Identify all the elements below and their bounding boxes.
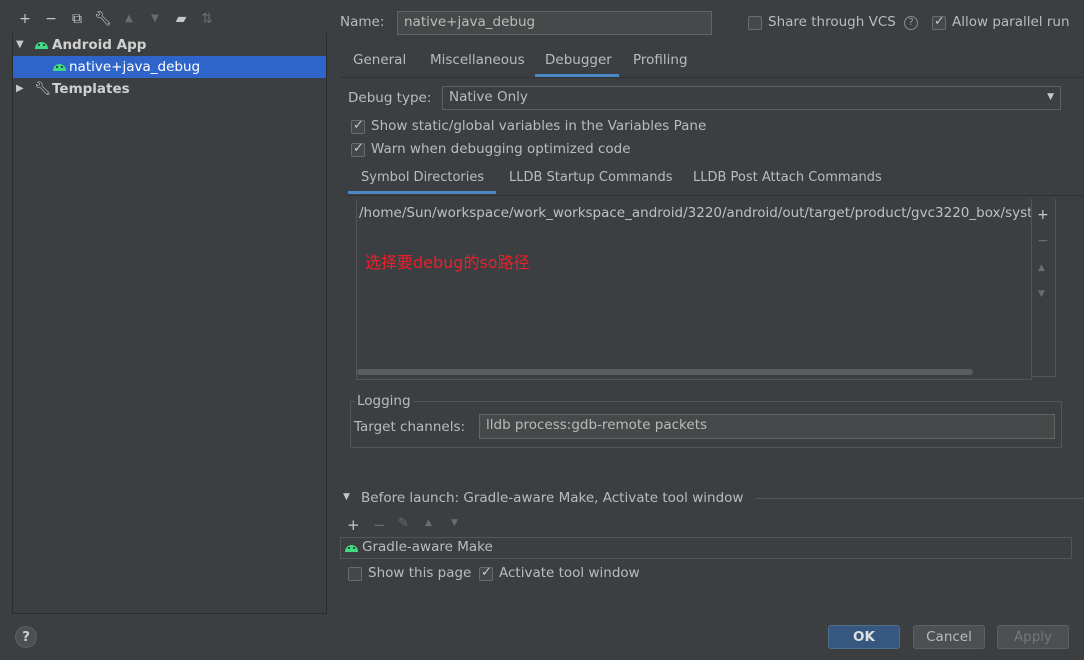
allow-parallel-checkbox[interactable] — [932, 14, 946, 30]
name-label: Name: — [340, 14, 385, 30]
symbol-list-actions: + − ▲ ▼ — [1032, 199, 1056, 377]
android-icon — [345, 543, 358, 552]
subtab-symbol-directories[interactable]: Symbol Directories — [361, 170, 484, 185]
expand-arrow-icon[interactable]: ▼ — [16, 34, 28, 56]
folder-icon[interactable]: ▰ — [172, 10, 190, 28]
target-channels-input[interactable]: lldb process:gdb-remote packets — [479, 414, 1055, 439]
tree-item-templates[interactable]: ▶ 🔧︎ Templates — [13, 78, 326, 100]
subtab-active-indicator — [348, 191, 496, 194]
warn-optimized-label: Warn when debugging optimized code — [371, 141, 631, 157]
list-item[interactable]: Gradle-aware Make — [341, 538, 1071, 558]
logging-title: Logging — [355, 393, 413, 409]
share-vcs-checkbox[interactable] — [748, 16, 762, 30]
before-launch-title[interactable]: Before launch: Gradle-aware Make, Activa… — [361, 490, 743, 506]
ok-button[interactable]: OK — [828, 625, 900, 649]
move-down-icon[interactable]: ▼ — [146, 10, 164, 28]
tab-general[interactable]: General — [353, 52, 406, 68]
expand-arrow-icon[interactable]: ▼ — [343, 492, 350, 502]
tree-templates-label: Templates — [52, 81, 130, 97]
android-icon — [53, 62, 66, 71]
before-launch-task-list: Gradle-aware Make — [340, 537, 1072, 559]
name-input[interactable]: native+java_debug — [397, 11, 712, 35]
cancel-button[interactable]: Cancel — [913, 625, 985, 649]
activate-tool-window-label: Activate tool window — [499, 565, 640, 581]
apply-button[interactable]: Apply — [997, 625, 1069, 649]
add-icon[interactable]: + — [16, 10, 34, 28]
tab-miscellaneous[interactable]: Miscellaneous — [430, 52, 525, 68]
wrench-icon[interactable]: 🔧︎ — [94, 10, 112, 28]
add-icon[interactable]: + — [1037, 207, 1049, 223]
remove-icon[interactable]: − — [42, 10, 60, 28]
move-up-icon[interactable]: ▲ — [425, 518, 432, 528]
task-label: Gradle-aware Make — [362, 539, 493, 555]
move-up-icon[interactable]: ▲ — [1038, 263, 1045, 273]
move-down-icon[interactable]: ▼ — [451, 518, 458, 528]
show-static-label: Show static/global variables in the Vari… — [371, 118, 707, 134]
sort-icon[interactable]: ⇅ — [198, 10, 216, 28]
move-up-icon[interactable]: ▲ — [120, 10, 138, 28]
symbol-path-item[interactable]: /home/Sun/workspace/work_workspace_andro… — [359, 205, 1031, 221]
show-page-checkbox[interactable] — [348, 567, 362, 581]
collapse-arrow-icon[interactable]: ▶ — [16, 78, 28, 100]
edit-task-icon[interactable]: ✎ — [398, 516, 409, 531]
share-vcs-label: Share through VCS — [768, 14, 896, 30]
subtab-lldb-startup[interactable]: LLDB Startup Commands — [509, 170, 673, 185]
show-static-checkbox[interactable] — [351, 118, 365, 134]
remove-icon[interactable]: − — [1037, 233, 1049, 249]
remove-task-icon[interactable]: − — [373, 516, 386, 534]
target-channels-label: Target channels: — [354, 419, 466, 435]
tree-child-label: native+java_debug — [69, 59, 201, 75]
chevron-down-icon: ▼ — [1047, 92, 1054, 102]
annotation-text: 选择要debug的so路径 — [365, 253, 530, 272]
tab-divider — [340, 77, 1084, 78]
warn-optimized-checkbox[interactable] — [351, 141, 365, 157]
help-circle-icon[interactable]: ? — [904, 16, 918, 30]
allow-parallel-label: Allow parallel run — [952, 14, 1070, 30]
copy-icon[interactable]: ⧉ — [68, 10, 86, 28]
tree-item-native-java-debug[interactable]: native+java_debug — [13, 56, 326, 78]
show-page-label: Show this page — [368, 565, 472, 581]
debug-type-label: Debug type: — [348, 90, 432, 106]
before-launch-divider — [755, 498, 1084, 499]
symbol-list[interactable]: /home/Sun/workspace/work_workspace_andro… — [356, 199, 1032, 380]
help-button[interactable]: ? — [15, 626, 37, 648]
debug-type-value: Native Only — [449, 89, 528, 105]
add-task-icon[interactable]: + — [347, 516, 360, 534]
move-down-icon[interactable]: ▼ — [1038, 289, 1045, 299]
tab-debugger[interactable]: Debugger — [545, 52, 612, 68]
android-icon — [35, 40, 48, 49]
tree-item-android-app[interactable]: ▼ Android App — [13, 34, 326, 56]
wrench-icon: 🔧︎ — [34, 81, 52, 97]
tab-profiling[interactable]: Profiling — [633, 52, 688, 68]
horizontal-scrollbar[interactable] — [357, 369, 973, 375]
debug-type-select[interactable]: Native Only ▼ — [442, 86, 1061, 110]
tree-root-label: Android App — [52, 37, 147, 53]
subtab-lldb-post-attach[interactable]: LLDB Post Attach Commands — [693, 170, 882, 185]
symbol-directories-panel: /home/Sun/workspace/work_workspace_andro… — [348, 195, 1084, 380]
config-tree: ▼ Android App native+java_debug ▶ 🔧︎ Tem… — [12, 33, 327, 614]
activate-tool-window-checkbox[interactable] — [479, 565, 493, 581]
